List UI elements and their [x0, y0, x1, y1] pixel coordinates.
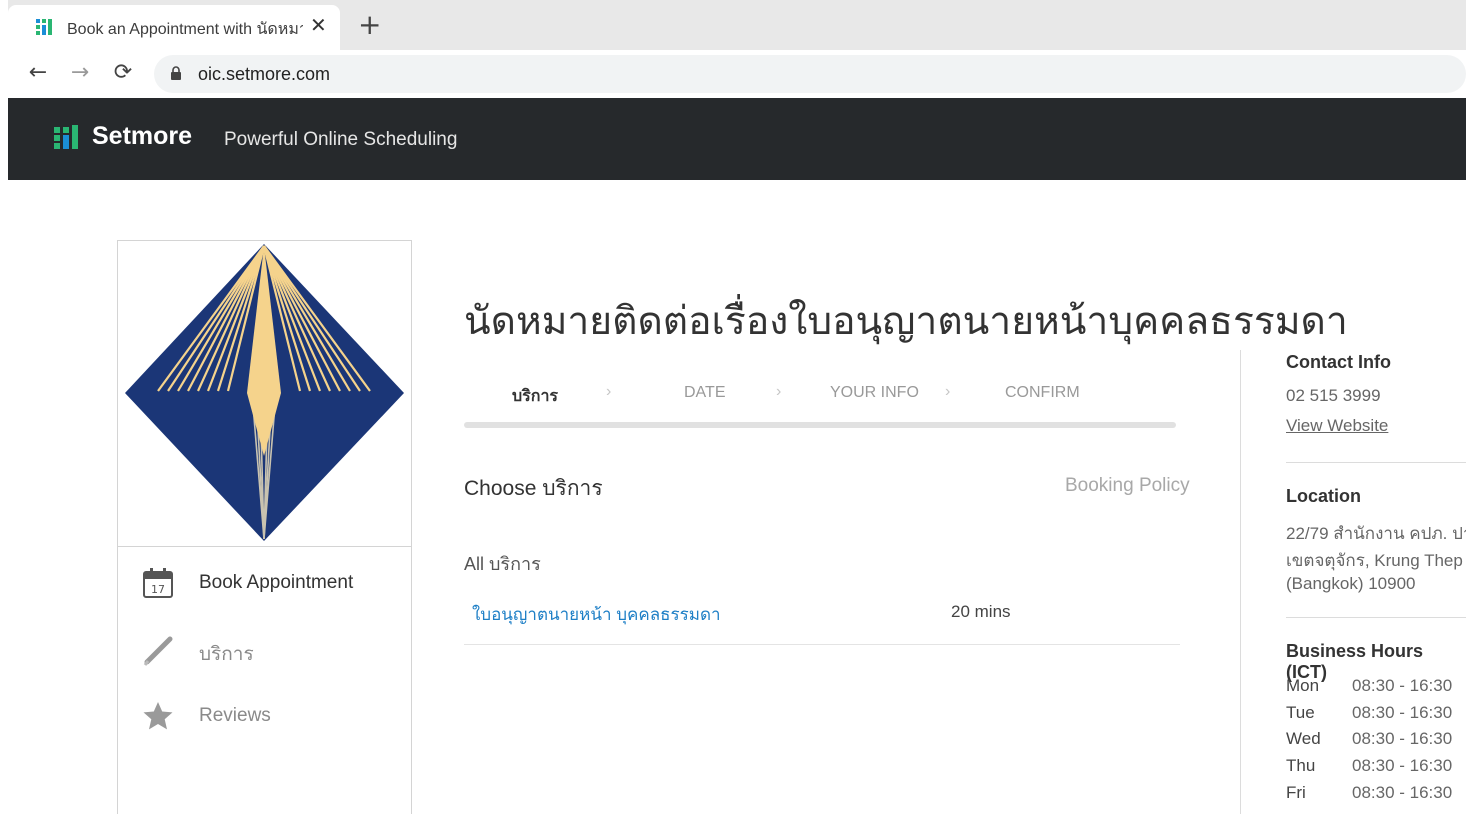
step-services[interactable]: บริการ	[512, 384, 558, 409]
hours-row: Wed 08:30 - 16:30	[1286, 729, 1466, 755]
sidebar-item-label: บริการ	[199, 644, 254, 665]
calendar-day: 17	[151, 583, 165, 596]
view-website-link[interactable]: View Website	[1286, 416, 1388, 436]
tab-title: Book an Appointment with นัดหมายติดต่อเร…	[67, 21, 303, 38]
booking-policy-link[interactable]: Booking Policy	[1065, 475, 1190, 497]
hours-time: 08:30 - 16:30	[1352, 756, 1453, 775]
hours-row: Mon 08:30 - 16:30	[1286, 676, 1466, 702]
new-tab-icon[interactable]: +	[358, 11, 381, 39]
info-divider	[1286, 462, 1466, 463]
calendar-icon: 17	[143, 568, 173, 598]
info-divider	[1286, 617, 1466, 618]
star-icon	[143, 702, 173, 730]
browser-chrome: Book an Appointment with นัดหมายติดต่อเร…	[8, 0, 1466, 98]
address-bar[interactable]: oic.setmore.com	[154, 55, 1466, 93]
sidebar-item-label: Book Appointment	[199, 572, 354, 593]
browser-toolbar: ← → ⟳ oic.setmore.com	[8, 50, 1466, 98]
business-logo	[118, 241, 411, 547]
setmore-logo-icon[interactable]	[54, 125, 80, 151]
hours-day: Fri	[1286, 783, 1306, 802]
step-confirm[interactable]: CONFIRM	[1005, 384, 1080, 402]
brand-tagline: Powerful Online Scheduling	[224, 129, 458, 150]
address-line: (Bangkok) 10900	[1286, 574, 1416, 593]
back-icon[interactable]: ←	[24, 60, 52, 88]
hours-day: Mon	[1286, 676, 1320, 695]
tab-close-icon[interactable]: ✕	[310, 15, 327, 37]
reload-icon[interactable]: ⟳	[109, 60, 137, 88]
site-header: Setmore Powerful Online Scheduling	[8, 98, 1466, 180]
url-text: oic.setmore.com	[198, 64, 331, 84]
step-your-info[interactable]: YOUR INFO	[830, 384, 919, 402]
choose-service-heading: Choose บริการ	[464, 477, 603, 500]
sidebar-item-reviews[interactable]: Reviews	[142, 696, 402, 736]
all-services-label: All บริการ	[464, 554, 541, 574]
lock-icon	[171, 66, 181, 80]
hours-row: Fri 08:30 - 16:30	[1286, 783, 1466, 809]
info-panel-divider	[1240, 350, 1241, 814]
hours-day: Wed	[1286, 729, 1321, 748]
hours-row: Thu 08:30 - 16:30	[1286, 756, 1466, 782]
hours-time: 08:30 - 16:30	[1352, 703, 1453, 722]
setmore-favicon-icon	[36, 19, 52, 35]
business-profile-card: 17 Book Appointment บริการ Reviews	[117, 240, 412, 814]
hours-row: Tue 08:30 - 16:30	[1286, 703, 1466, 729]
sidebar-item-services[interactable]: บริการ	[142, 630, 402, 670]
service-name-link[interactable]: ใบอนุญาตนายหน้า บุคคลธรรมดา	[472, 601, 721, 628]
step-date[interactable]: DATE	[684, 384, 725, 402]
address-line: เขตจตุจักร, Krung Thep M	[1286, 551, 1466, 570]
sidebar-item-book-appointment[interactable]: 17 Book Appointment	[142, 563, 402, 603]
forward-icon[interactable]: →	[66, 60, 94, 88]
step-chevron-icon: ›	[776, 383, 782, 400]
booking-steps: บริการ › DATE › YOUR INFO › CONFIRM	[464, 380, 1176, 430]
steps-progress-bar	[464, 422, 1176, 428]
hours-day: Thu	[1286, 756, 1316, 775]
service-duration: 20 mins	[951, 602, 1011, 621]
hours-day: Tue	[1286, 703, 1315, 722]
step-chevron-icon: ›	[606, 383, 612, 400]
browser-tab[interactable]: Book an Appointment with นัดหมายติดต่อเร…	[8, 5, 340, 50]
address-line: 22/79 สำนักงาน คปภ. ปา	[1286, 524, 1466, 543]
contact-info-heading: Contact Info	[1286, 352, 1391, 372]
page-title: นัดหมายติดต่อเรื่องใบอนุญาตนายหน้าบุคคลธ…	[464, 299, 1348, 344]
step-chevron-icon: ›	[945, 383, 951, 400]
brand-name[interactable]: Setmore	[92, 122, 192, 151]
hours-time: 08:30 - 16:30	[1352, 783, 1453, 802]
hours-time: 08:30 - 16:30	[1352, 676, 1453, 695]
location-heading: Location	[1286, 486, 1361, 506]
hours-time: 08:30 - 16:30	[1352, 729, 1453, 748]
oic-logo-icon	[125, 244, 404, 541]
phone-number[interactable]: 02 515 3999	[1286, 386, 1381, 406]
sidebar-item-label: Reviews	[199, 705, 271, 726]
service-list-item[interactable]: ใบอนุญาตนายหน้า บุคคลธรรมดา 20 mins	[464, 590, 1180, 645]
pencil-icon	[143, 636, 173, 666]
tab-strip: Book an Appointment with นัดหมายติดต่อเร…	[8, 0, 1466, 50]
